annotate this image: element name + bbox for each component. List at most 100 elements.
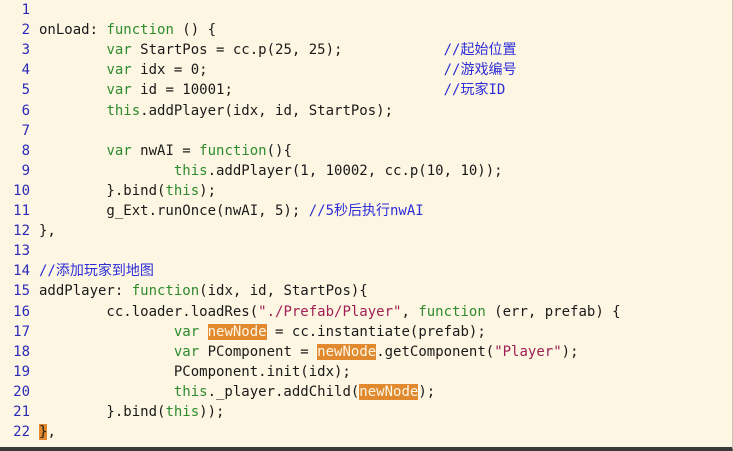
code-text: (idx, id, StartPos){ xyxy=(199,283,368,300)
code-line[interactable]: 12}, xyxy=(0,221,732,241)
line-number: 6 xyxy=(21,102,30,119)
code-line[interactable]: 2 onLoad: function () { xyxy=(0,20,732,40)
code-content[interactable]: }.bind(this); xyxy=(39,181,216,201)
code-keyword: this xyxy=(165,182,200,199)
code-text: ); xyxy=(418,383,436,400)
line-number: 12 xyxy=(13,223,30,240)
code-line[interactable]: 15 addPlayer: function(idx, id, StartPos)… xyxy=(0,281,732,301)
code-comment: //5秒后执行nwAI xyxy=(308,203,424,219)
code-text: addPlayer: xyxy=(39,283,132,300)
code-keyword: function xyxy=(199,142,267,159)
code-line[interactable]: 22}, xyxy=(0,422,732,442)
code-keyword: this xyxy=(106,102,141,119)
code-content[interactable]: this.addPlayer(idx, id, StartPos); xyxy=(39,101,393,121)
line-number: 17 xyxy=(13,323,30,340)
code-text: ); xyxy=(561,343,579,360)
code-content[interactable]: g_Ext.runOnce(nwAI, 5); //5秒后执行nwAI xyxy=(39,201,424,221)
code-text: .addPlayer(1, 10002, cc.p(10, 10)); xyxy=(207,162,503,179)
code-keyword: var xyxy=(106,82,132,99)
code-keyword: this xyxy=(165,404,200,420)
line-number: 20 xyxy=(13,383,30,400)
code-keyword: function xyxy=(106,22,174,39)
search-highlight: newNode xyxy=(359,383,419,400)
code-content[interactable]: addPlayer: function(idx, id, StartPos){ xyxy=(39,281,368,301)
code-content[interactable]: onLoad: function () { xyxy=(39,20,216,40)
code-string: "./Prefab/Player" xyxy=(258,303,402,320)
code-content[interactable]: var nwAI = function(){ xyxy=(39,141,291,161)
code-content[interactable]: var idx = 0; //游戏编号 xyxy=(39,60,516,80)
code-content[interactable]: this.addPlayer(1, 10002, cc.p(10, 10)); xyxy=(39,161,503,181)
code-keyword: var xyxy=(106,142,132,159)
code-content[interactable]: cc.loader.loadRes("./Prefab/Player", fun… xyxy=(39,302,621,322)
code-keyword: var xyxy=(106,62,132,79)
line-number: 10 xyxy=(13,182,30,199)
code-text: onLoad: xyxy=(39,22,107,39)
code-text: = cc.instantiate(prefab); xyxy=(266,323,486,340)
code-content[interactable]: }, xyxy=(39,221,56,241)
code-line[interactable]: 14 //添加玩家到地图 xyxy=(0,261,732,281)
line-number: 22 xyxy=(13,424,30,441)
code-line[interactable]: 13 xyxy=(0,241,732,261)
code-content[interactable]: //添加玩家到地图 xyxy=(39,261,154,281)
code-line[interactable]: 5 var id = 10001; //玩家ID xyxy=(0,80,732,100)
code-text: }, xyxy=(39,223,56,240)
line-number: 11 xyxy=(13,203,30,219)
line-number: 5 xyxy=(21,82,30,99)
line-number: 4 xyxy=(21,62,30,79)
code-editor[interactable]: 1 2 onLoad: function () {3 var StartPos = … xyxy=(0,0,733,451)
code-text: ); xyxy=(199,182,217,199)
code-content[interactable]: var id = 10001; //玩家ID xyxy=(39,80,505,100)
code-comment: //游戏编号 xyxy=(443,62,517,79)
code-text: nwAI = xyxy=(131,142,200,159)
code-text: , xyxy=(47,424,56,441)
code-content[interactable]: PComponent.init(idx); xyxy=(39,362,351,382)
code-line[interactable]: 8 var nwAI = function(){ xyxy=(0,141,732,161)
code-comment: //添加玩家到地图 xyxy=(39,263,154,280)
code-text: }.bind( xyxy=(39,182,166,199)
code-line[interactable]: 7 xyxy=(0,121,732,141)
code-content[interactable]: this._player.addChild(newNode); xyxy=(39,382,435,402)
code-text: ._player.addChild( xyxy=(207,383,360,400)
code-line[interactable]: 17 var newNode = cc.instantiate(prefab); xyxy=(0,322,732,342)
code-line[interactable]: 4 var idx = 0; //游戏编号 xyxy=(0,60,732,80)
code-line[interactable]: 6 this.addPlayer(idx, id, StartPos); xyxy=(0,101,732,121)
code-line[interactable]: 16 cc.loader.loadRes("./Prefab/Player", … xyxy=(0,302,732,322)
code-keyword: var xyxy=(173,323,200,340)
line-number: 2 xyxy=(21,22,30,39)
code-text: () { xyxy=(173,22,217,39)
code-line[interactable]: 18 var PComponent = newNode.getComponent… xyxy=(0,342,732,362)
line-number: 8 xyxy=(21,142,30,159)
code-line[interactable]: 11 g_Ext.runOnce(nwAI, 5); //5秒后执行nwAI xyxy=(0,201,732,221)
code-line[interactable]: 21 }.bind(this)); xyxy=(0,402,732,422)
code-line[interactable]: 3 var StartPos = cc.p(25, 25); //起始位置 xyxy=(0,40,732,60)
code-line[interactable]: 19 PComponent.init(idx); xyxy=(0,362,732,382)
line-number: 18 xyxy=(13,343,30,360)
code-text: , xyxy=(401,303,419,320)
code-keyword: function xyxy=(418,303,486,320)
code-line[interactable]: 10 }.bind(this); xyxy=(0,181,732,201)
code-text: .getComponent( xyxy=(376,343,495,360)
line-number: 21 xyxy=(13,404,30,420)
code-text: (err, prefab) { xyxy=(485,303,621,320)
line-number: 1 xyxy=(21,2,30,18)
search-highlight: newNode xyxy=(207,323,267,340)
code-line[interactable]: 1 xyxy=(0,0,732,20)
code-keyword: var xyxy=(173,343,200,360)
line-number: 19 xyxy=(13,363,30,380)
code-content[interactable]: }.bind(this)); xyxy=(39,402,224,422)
code-text: idx = 0; xyxy=(131,62,444,79)
code-content[interactable]: }, xyxy=(39,422,56,442)
code-line[interactable]: 20 this._player.addChild(newNode); xyxy=(0,382,732,402)
code-line[interactable]: 9 this.addPlayer(1, 10002, cc.p(10, 10))… xyxy=(0,161,732,181)
code-content[interactable]: var StartPos = cc.p(25, 25); //起始位置 xyxy=(39,40,516,60)
code-content[interactable]: var PComponent = newNode.getComponent("P… xyxy=(39,342,579,362)
code-content[interactable]: var newNode = cc.instantiate(prefab); xyxy=(39,322,486,342)
code-text: )); xyxy=(199,404,225,420)
code-keyword: function xyxy=(131,283,200,300)
line-number: 13 xyxy=(13,243,30,260)
